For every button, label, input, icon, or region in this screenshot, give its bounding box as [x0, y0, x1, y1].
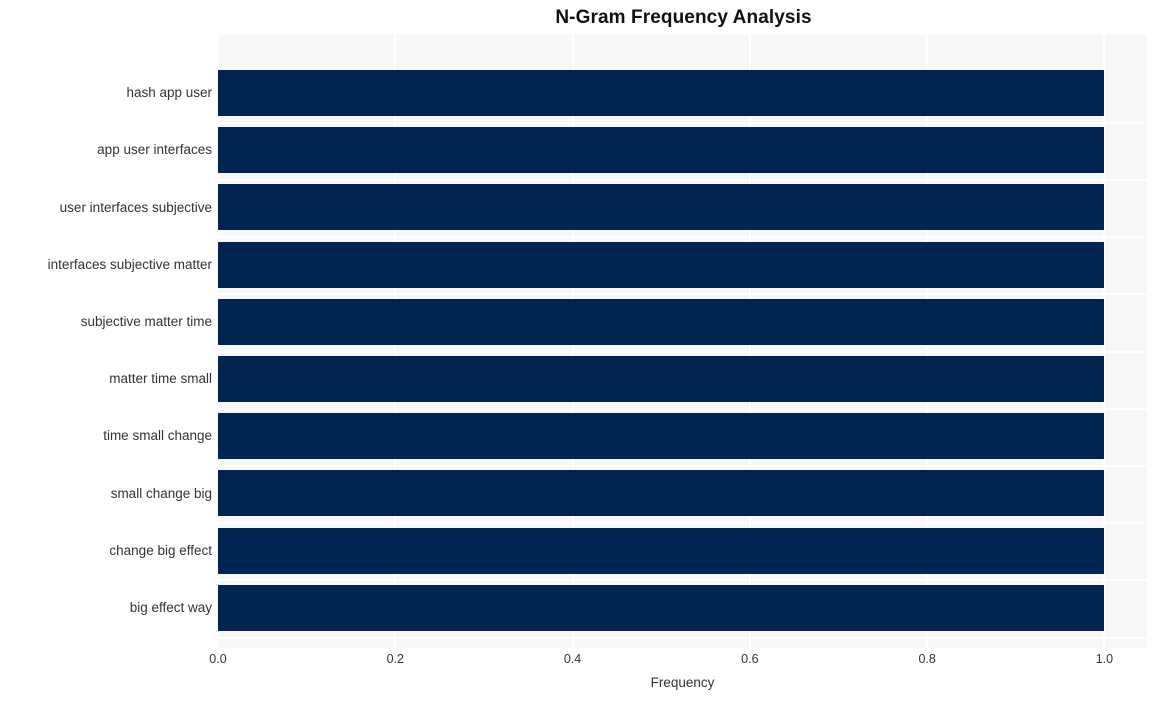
bar-row: [218, 236, 1147, 293]
bar[interactable]: [218, 127, 1105, 174]
chart-title: N-Gram Frequency Analysis: [0, 7, 1157, 29]
y-axis-tick-label: hash app user: [126, 85, 212, 101]
y-axis-tick-label: big effect way: [129, 599, 212, 615]
bar-row: [218, 179, 1147, 236]
bar[interactable]: [218, 356, 1105, 403]
y-axis-tick-label: interfaces subjective matter: [47, 256, 212, 272]
x-axis-tick-label: 0.8: [918, 652, 936, 666]
bar-row: [218, 465, 1147, 522]
bar-row: [218, 351, 1147, 408]
x-axis-tick-label: 0.2: [386, 652, 404, 666]
bar-row: [218, 122, 1147, 179]
plot-area: [218, 35, 1147, 648]
bar-row: [218, 293, 1147, 350]
chart-title-text: N-Gram Frequency Analysis: [555, 7, 812, 28]
bar[interactable]: [218, 70, 1105, 117]
bar[interactable]: [218, 298, 1105, 345]
bar-row: [218, 522, 1147, 579]
y-gridline: [218, 636, 1147, 639]
chart-figure: N-Gram Frequency Analysis hash app user a…: [0, 0, 1157, 701]
bar[interactable]: [218, 241, 1105, 288]
y-axis-tick-label: change big effect: [109, 542, 212, 558]
y-axis-tick-label: matter time small: [109, 371, 212, 387]
bar[interactable]: [218, 584, 1105, 631]
y-axis-tick-label: user interfaces subjective: [59, 199, 212, 215]
bar[interactable]: [218, 413, 1105, 460]
y-axis-tick-label: small change big: [110, 485, 212, 501]
bar-row: [218, 65, 1147, 122]
x-axis-label: Frequency: [650, 675, 715, 690]
y-axis-tick-label: time small change: [103, 428, 212, 444]
x-axis-tick-label: 0.6: [741, 652, 759, 666]
bar[interactable]: [218, 470, 1105, 517]
bar-row: [218, 579, 1147, 636]
y-axis-tick-label: app user interfaces: [97, 142, 212, 158]
x-axis-tick-label: 0.0: [209, 652, 227, 666]
bar-row: [218, 408, 1147, 465]
x-axis-tick-label: 0.4: [563, 652, 582, 666]
bar[interactable]: [218, 527, 1105, 574]
bar[interactable]: [218, 184, 1105, 231]
x-axis-tick-label: 1.0: [1095, 652, 1114, 666]
y-axis-tick-label: subjective matter time: [80, 313, 212, 329]
